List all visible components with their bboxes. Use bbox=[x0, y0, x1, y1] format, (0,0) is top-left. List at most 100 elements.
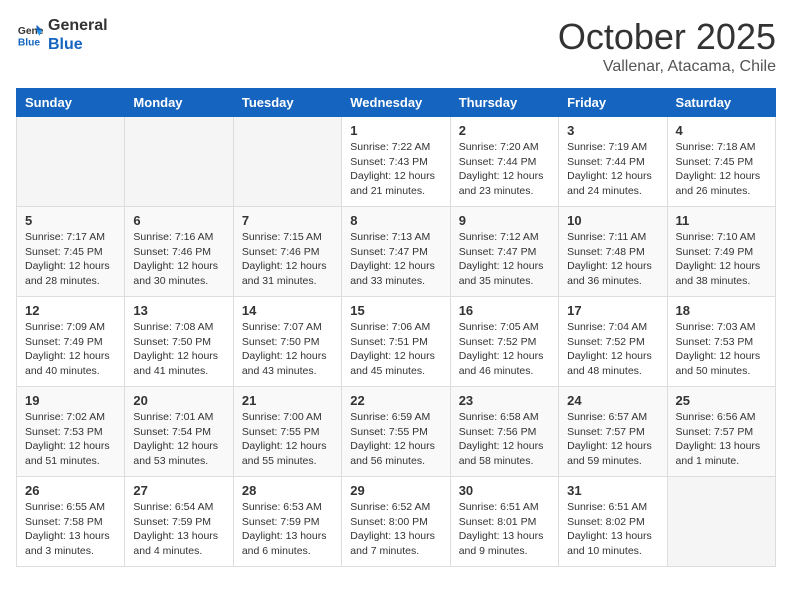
day-number: 22 bbox=[350, 393, 441, 408]
day-number: 11 bbox=[676, 213, 767, 228]
day-cell-20: 20Sunrise: 7:01 AMSunset: 7:54 PMDayligh… bbox=[125, 387, 233, 477]
day-number: 27 bbox=[133, 483, 224, 498]
day-info: Sunrise: 7:17 AMSunset: 7:45 PMDaylight:… bbox=[25, 230, 116, 289]
week-row-3: 12 Sunrise: 7:09 AMSunset: 7:49 PMDayligh… bbox=[17, 297, 776, 387]
header-day-tuesday: Tuesday bbox=[233, 89, 341, 117]
empty-cell bbox=[125, 117, 233, 207]
day-cell-14: 14 Sunrise: 7:07 AMSunset: 7:50 PMDayligh… bbox=[233, 297, 341, 387]
day-info: Sunrise: 6:51 AMSunset: 8:01 PMDaylight:… bbox=[459, 500, 550, 559]
day-number: 16 bbox=[459, 303, 550, 318]
header-day-friday: Friday bbox=[559, 89, 667, 117]
day-number: 8 bbox=[350, 213, 441, 228]
day-info: Sunrise: 7:09 AMSunset: 7:49 PMDaylight:… bbox=[25, 320, 116, 379]
day-info: Sunrise: 6:55 AMSunset: 7:58 PMDaylight:… bbox=[25, 500, 116, 559]
day-info: Sunrise: 6:56 AMSunset: 7:57 PMDaylight:… bbox=[676, 410, 767, 469]
day-cell-21: 21 Sunrise: 7:00 AMSunset: 7:55 PMDayligh… bbox=[233, 387, 341, 477]
day-info: Sunrise: 7:18 AMSunset: 7:45 PMDaylight:… bbox=[676, 140, 767, 199]
day-info: Sunrise: 7:05 AMSunset: 7:52 PMDaylight:… bbox=[459, 320, 550, 379]
day-cell-27: 27 Sunrise: 6:54 AMSunset: 7:59 PMDayligh… bbox=[125, 477, 233, 567]
day-cell-29: 29 Sunrise: 6:52 AMSunset: 8:00 PMDayligh… bbox=[342, 477, 450, 567]
week-row-5: 26 Sunrise: 6:55 AMSunset: 7:58 PMDayligh… bbox=[17, 477, 776, 567]
day-info: Sunrise: 7:07 AMSunset: 7:50 PMDaylight:… bbox=[242, 320, 333, 379]
day-info: Sunrise: 6:59 AMSunset: 7:55 PMDaylight:… bbox=[350, 410, 441, 469]
day-cell-11: 11 Sunrise: 7:10 AMSunset: 7:49 PMDayligh… bbox=[667, 207, 775, 297]
day-cell-12: 12 Sunrise: 7:09 AMSunset: 7:49 PMDayligh… bbox=[17, 297, 125, 387]
day-info: Sunrise: 7:11 AMSunset: 7:48 PMDaylight:… bbox=[567, 230, 658, 289]
day-number: 30 bbox=[459, 483, 550, 498]
day-cell-2: 2 Sunrise: 7:20 AMSunset: 7:44 PMDaylight… bbox=[450, 117, 558, 207]
day-number: 3 bbox=[567, 123, 658, 138]
day-number: 29 bbox=[350, 483, 441, 498]
day-cell-17: 17Sunrise: 7:04 AMSunset: 7:52 PMDayligh… bbox=[559, 297, 667, 387]
day-info: Sunrise: 7:08 AMSunset: 7:50 PMDaylight:… bbox=[133, 320, 224, 379]
month-title: October 2025 bbox=[558, 16, 776, 58]
day-cell-19: 19Sunrise: 7:02 AMSunset: 7:53 PMDayligh… bbox=[17, 387, 125, 477]
day-info: Sunrise: 7:04 AMSunset: 7:52 PMDaylight:… bbox=[567, 320, 658, 379]
day-cell-13: 13Sunrise: 7:08 AMSunset: 7:50 PMDayligh… bbox=[125, 297, 233, 387]
day-info: Sunrise: 6:54 AMSunset: 7:59 PMDaylight:… bbox=[133, 500, 224, 559]
week-row-1: 1Sunrise: 7:22 AMSunset: 7:43 PMDaylight… bbox=[17, 117, 776, 207]
day-info: Sunrise: 7:22 AMSunset: 7:43 PMDaylight:… bbox=[350, 140, 441, 199]
empty-cell bbox=[667, 477, 775, 567]
empty-cell bbox=[17, 117, 125, 207]
day-cell-18: 18 Sunrise: 7:03 AMSunset: 7:53 PMDayligh… bbox=[667, 297, 775, 387]
empty-cell bbox=[233, 117, 341, 207]
day-cell-1: 1Sunrise: 7:22 AMSunset: 7:43 PMDaylight… bbox=[342, 117, 450, 207]
day-number: 14 bbox=[242, 303, 333, 318]
header-day-thursday: Thursday bbox=[450, 89, 558, 117]
day-cell-28: 28Sunrise: 6:53 AMSunset: 7:59 PMDayligh… bbox=[233, 477, 341, 567]
day-info: Sunrise: 6:51 AMSunset: 8:02 PMDaylight:… bbox=[567, 500, 658, 559]
day-cell-22: 22 Sunrise: 6:59 AMSunset: 7:55 PMDayligh… bbox=[342, 387, 450, 477]
day-info: Sunrise: 7:20 AMSunset: 7:44 PMDaylight:… bbox=[459, 140, 550, 199]
week-row-2: 5 Sunrise: 7:17 AMSunset: 7:45 PMDaylight… bbox=[17, 207, 776, 297]
day-info: Sunrise: 7:10 AMSunset: 7:49 PMDaylight:… bbox=[676, 230, 767, 289]
day-cell-16: 16 Sunrise: 7:05 AMSunset: 7:52 PMDayligh… bbox=[450, 297, 558, 387]
day-info: Sunrise: 7:13 AMSunset: 7:47 PMDaylight:… bbox=[350, 230, 441, 289]
calendar-header: SundayMondayTuesdayWednesdayThursdayFrid… bbox=[17, 89, 776, 117]
day-number: 25 bbox=[676, 393, 767, 408]
day-number: 2 bbox=[459, 123, 550, 138]
day-cell-15: 15 Sunrise: 7:06 AMSunset: 7:51 PMDayligh… bbox=[342, 297, 450, 387]
day-info: Sunrise: 7:00 AMSunset: 7:55 PMDaylight:… bbox=[242, 410, 333, 469]
day-number: 12 bbox=[25, 303, 116, 318]
day-number: 24 bbox=[567, 393, 658, 408]
day-cell-3: 3 Sunrise: 7:19 AMSunset: 7:44 PMDaylight… bbox=[559, 117, 667, 207]
day-number: 21 bbox=[242, 393, 333, 408]
day-number: 19 bbox=[25, 393, 116, 408]
day-cell-30: 30 Sunrise: 6:51 AMSunset: 8:01 PMDayligh… bbox=[450, 477, 558, 567]
day-number: 18 bbox=[676, 303, 767, 318]
day-cell-4: 4 Sunrise: 7:18 AMSunset: 7:45 PMDaylight… bbox=[667, 117, 775, 207]
day-cell-9: 9Sunrise: 7:12 AMSunset: 7:47 PMDaylight… bbox=[450, 207, 558, 297]
day-number: 26 bbox=[25, 483, 116, 498]
logo-general: General bbox=[48, 16, 108, 35]
header-day-sunday: Sunday bbox=[17, 89, 125, 117]
day-info: Sunrise: 7:06 AMSunset: 7:51 PMDaylight:… bbox=[350, 320, 441, 379]
day-cell-8: 8 Sunrise: 7:13 AMSunset: 7:47 PMDaylight… bbox=[342, 207, 450, 297]
day-number: 15 bbox=[350, 303, 441, 318]
day-info: Sunrise: 7:01 AMSunset: 7:54 PMDaylight:… bbox=[133, 410, 224, 469]
day-number: 4 bbox=[676, 123, 767, 138]
day-info: Sunrise: 6:58 AMSunset: 7:56 PMDaylight:… bbox=[459, 410, 550, 469]
day-number: 5 bbox=[25, 213, 116, 228]
day-info: Sunrise: 7:15 AMSunset: 7:46 PMDaylight:… bbox=[242, 230, 333, 289]
day-cell-6: 6Sunrise: 7:16 AMSunset: 7:46 PMDaylight… bbox=[125, 207, 233, 297]
header-day-wednesday: Wednesday bbox=[342, 89, 450, 117]
day-cell-23: 23Sunrise: 6:58 AMSunset: 7:56 PMDayligh… bbox=[450, 387, 558, 477]
header-day-saturday: Saturday bbox=[667, 89, 775, 117]
day-cell-7: 7 Sunrise: 7:15 AMSunset: 7:46 PMDaylight… bbox=[233, 207, 341, 297]
calendar-table: SundayMondayTuesdayWednesdayThursdayFrid… bbox=[16, 88, 776, 567]
day-cell-25: 25 Sunrise: 6:56 AMSunset: 7:57 PMDayligh… bbox=[667, 387, 775, 477]
logo-icon: General Blue bbox=[16, 21, 44, 49]
header-day-monday: Monday bbox=[125, 89, 233, 117]
day-info: Sunrise: 6:52 AMSunset: 8:00 PMDaylight:… bbox=[350, 500, 441, 559]
header-row: SundayMondayTuesdayWednesdayThursdayFrid… bbox=[17, 89, 776, 117]
day-info: Sunrise: 6:57 AMSunset: 7:57 PMDaylight:… bbox=[567, 410, 658, 469]
day-number: 31 bbox=[567, 483, 658, 498]
day-info: Sunrise: 7:03 AMSunset: 7:53 PMDaylight:… bbox=[676, 320, 767, 379]
day-info: Sunrise: 6:53 AMSunset: 7:59 PMDaylight:… bbox=[242, 500, 333, 559]
day-cell-24: 24 Sunrise: 6:57 AMSunset: 7:57 PMDayligh… bbox=[559, 387, 667, 477]
day-number: 7 bbox=[242, 213, 333, 228]
svg-text:Blue: Blue bbox=[18, 37, 41, 48]
page-header: General Blue General Blue October 2025 V… bbox=[16, 16, 776, 76]
day-info: Sunrise: 7:19 AMSunset: 7:44 PMDaylight:… bbox=[567, 140, 658, 199]
